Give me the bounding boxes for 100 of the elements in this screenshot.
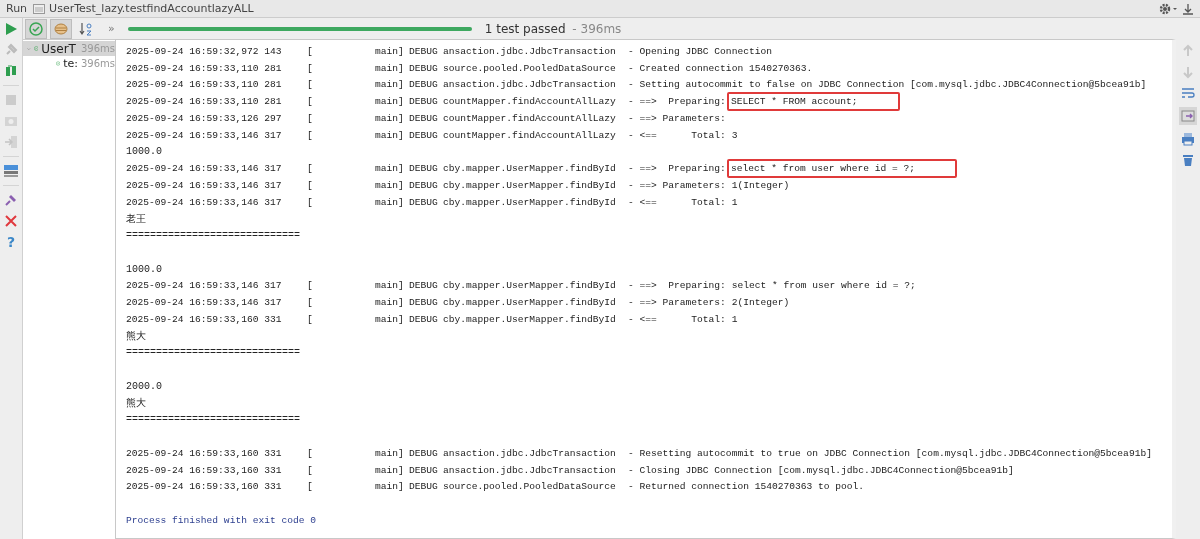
close-icon[interactable] <box>4 214 18 228</box>
log-level: DEBUG <box>409 112 439 124</box>
log-message: - ==> Parameters: 1(Integer) <box>628 179 790 191</box>
log-level: DEBUG <box>409 79 439 91</box>
log-thread: main] <box>375 313 405 325</box>
log-thread: main] <box>375 45 405 57</box>
test-time: 396ms <box>80 43 115 54</box>
log-level: DEBUG <box>409 96 439 108</box>
log-timestamp: 2025-09-24 16:59:33,110 281 <box>126 96 283 108</box>
output-text: ============================= <box>126 347 301 359</box>
log-level: DEBUG <box>409 280 439 292</box>
log-message: - ==> Preparing: <box>628 96 726 108</box>
log-timestamp: 2025-09-24 16:59:33,160 331 <box>126 313 283 325</box>
log-logger: cby.mapper.UserMapper.findById <box>443 297 617 309</box>
log-thread: main] <box>375 196 405 208</box>
log-thread: main] <box>375 129 405 141</box>
test-name: te: <box>63 57 78 70</box>
scroll-to-end-button[interactable] <box>1179 107 1197 125</box>
log-logger: ansaction.jdbc.JdbcTransaction <box>443 79 617 91</box>
log-bracket: [ <box>307 196 314 208</box>
log-message: - Resetting autocommit to true on JDBC Connection [com.mysql.jdbc.JDBC4Connection@5bcea91b] <box>628 447 1152 459</box>
log-timestamp: 2025-09-24 16:59:33,110 281 <box>126 62 283 74</box>
test-name: UserT <box>41 41 76 56</box>
trash-icon[interactable] <box>1181 153 1195 167</box>
rerun-icon[interactable] <box>4 64 18 78</box>
run-tab-title[interactable]: UserTest_lazy.testfindAccountlazyALL <box>49 2 254 15</box>
output-text: ============================= <box>126 230 301 242</box>
log-message: - ==> Preparing: select * from user where id = ?; <box>628 280 916 292</box>
more-button[interactable]: » <box>108 22 115 35</box>
pin-icon[interactable] <box>4 193 18 207</box>
log-bracket: [ <box>307 79 314 91</box>
log-logger: source.pooled.PooledDataSource <box>443 481 617 493</box>
output-text: 老王 <box>126 212 146 226</box>
log-logger: ansaction.jdbc.JdbcTransaction <box>443 464 617 476</box>
log-timestamp: 2025-09-24 16:59:33,160 331 <box>126 464 283 476</box>
tree-item[interactable]: te: 396ms <box>23 56 115 71</box>
show-passed-button[interactable] <box>25 18 47 39</box>
log-level: DEBUG <box>409 447 439 459</box>
log-timestamp: 2025-09-24 16:59:33,146 317 <box>126 297 283 309</box>
log-thread: main] <box>375 79 405 91</box>
log-logger: countMapper.findAccountAllLazy <box>443 96 617 108</box>
log-thread: main] <box>375 62 405 74</box>
log-message: - ==> Parameters: <box>628 112 726 124</box>
log-thread: main] <box>375 112 405 124</box>
output-text: 熊大 <box>126 397 146 411</box>
log-level: DEBUG <box>409 313 439 325</box>
log-bracket: [ <box>307 280 314 292</box>
log-message: - <== Total: 1 <box>628 196 738 208</box>
log-logger: cby.mapper.UserMapper.findById <box>443 179 617 191</box>
show-ignored-button[interactable] <box>50 18 72 39</box>
log-message: - Closing JDBC Connection [com.mysql.jdbc.JDBC4Connection@5bcea91b] <box>628 464 1014 476</box>
log-timestamp: 2025-09-24 16:59:33,110 281 <box>126 79 283 91</box>
log-logger: cby.mapper.UserMapper.findById <box>443 196 617 208</box>
output-text: 1000.0 <box>126 263 162 275</box>
run-icon[interactable] <box>4 22 18 36</box>
output-text: 1000.0 <box>126 146 162 158</box>
log-timestamp: 2025-09-24 16:59:33,146 317 <box>126 163 283 175</box>
log-message: - ==> Preparing: <box>628 163 726 175</box>
log-message: - Opening JDBC Connection <box>628 45 772 57</box>
log-message: - <== Total: 3 <box>628 129 738 141</box>
log-timestamp: 2025-09-24 16:59:33,160 331 <box>126 481 283 493</box>
highlighted-sql: select * from user where id = ?; <box>726 159 958 179</box>
log-message: - Created connection 1540270363. <box>628 62 813 74</box>
settings-icon[interactable] <box>1158 1 1178 16</box>
log-message: - ==> Parameters: 2(Integer) <box>628 297 790 309</box>
log-logger: ansaction.jdbc.JdbcTransaction <box>443 45 617 57</box>
log-thread: main] <box>375 179 405 191</box>
log-bracket: [ <box>307 179 314 191</box>
soft-wrap-icon[interactable] <box>1181 86 1195 100</box>
test-duration: - 396ms <box>571 21 622 36</box>
log-logger: countMapper.findAccountAllLazy <box>443 129 617 141</box>
exit-icon[interactable] <box>4 135 18 149</box>
test-time: 396ms <box>80 58 115 69</box>
tree-item[interactable]: UserT 396ms <box>23 41 115 56</box>
log-level: DEBUG <box>409 297 439 309</box>
log-level: DEBUG <box>409 62 439 74</box>
log-timestamp: 2025-09-24 16:59:33,146 317 <box>126 179 283 191</box>
hide-panel-icon[interactable] <box>1182 1 1194 16</box>
log-message: - <== Total: 1 <box>628 313 738 325</box>
exit-message: Process finished with exit code 0 <box>126 514 316 526</box>
log-logger: source.pooled.PooledDataSource <box>443 62 617 74</box>
print-icon[interactable] <box>1181 132 1195 146</box>
log-message: - Returned connection 1540270363 to pool. <box>628 481 865 493</box>
log-timestamp: 2025-09-24 16:59:33,160 331 <box>126 447 283 459</box>
log-logger: cby.mapper.UserMapper.findById <box>443 280 617 292</box>
log-thread: main] <box>375 280 405 292</box>
log-bracket: [ <box>307 45 314 57</box>
output-text: 2000.0 <box>126 380 162 392</box>
log-bracket: [ <box>307 62 314 74</box>
log-level: DEBUG <box>409 163 439 175</box>
log-timestamp: 2025-09-24 16:59:33,146 317 <box>126 280 283 292</box>
output-text: ============================= <box>126 414 301 426</box>
layout-icon[interactable] <box>3 164 19 178</box>
panel-label: Run <box>6 2 28 15</box>
highlighted-sql: SELECT * FROM account; <box>726 92 900 112</box>
log-logger: ansaction.jdbc.JdbcTransaction <box>443 447 617 459</box>
log-timestamp: 2025-09-24 16:59:33,146 317 <box>126 196 283 208</box>
output-text: 熊大 <box>126 330 146 344</box>
log-thread: main] <box>375 163 405 175</box>
log-logger: cby.mapper.UserMapper.findById <box>443 163 617 175</box>
